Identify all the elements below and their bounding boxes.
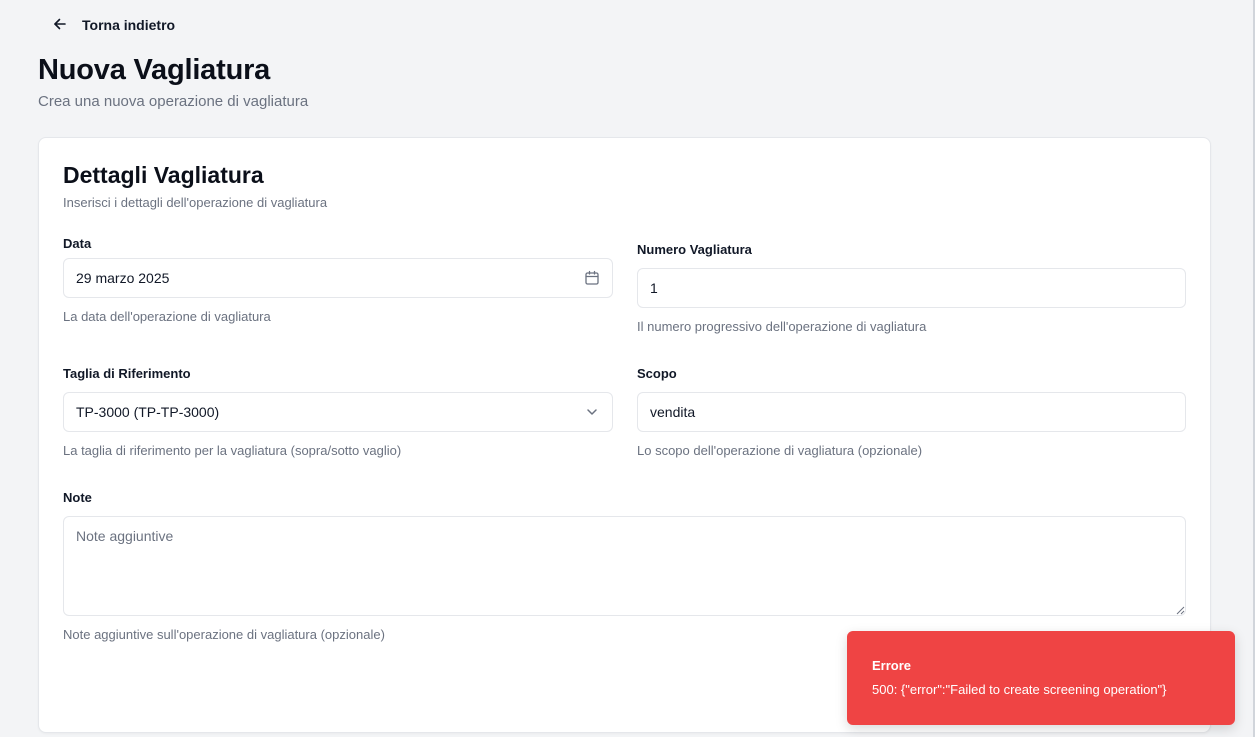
note-label: Note	[63, 490, 92, 505]
numero-help: Il numero progressivo dell'operazione di…	[637, 319, 927, 334]
page-title: Nuova Vagliatura	[38, 54, 271, 86]
taglia-label: Taglia di Riferimento	[63, 366, 191, 381]
note-textarea[interactable]	[63, 516, 1186, 616]
chevron-down-icon	[584, 404, 600, 420]
back-link[interactable]: Torna indietro	[52, 14, 175, 36]
numero-input[interactable]	[650, 280, 1173, 296]
scopo-label: Scopo	[637, 366, 677, 381]
toast-message: 500: {"error":"Failed to create screenin…	[872, 682, 1167, 697]
card-description: Inserisci i dettagli dell'operazione di …	[63, 195, 328, 210]
scopo-field[interactable]	[637, 392, 1186, 432]
taglia-help: La taglia di riferimento per la vagliatu…	[63, 443, 402, 458]
taglia-value: TP-3000 (TP-TP-3000)	[76, 404, 220, 420]
error-toast[interactable]: Errore 500: {"error":"Failed to create s…	[847, 631, 1235, 725]
toast-title: Errore	[872, 658, 912, 673]
page-subtitle: Crea una nuova operazione di vagliatura	[38, 93, 309, 110]
note-help: Note aggiuntive sull'operazione di vagli…	[63, 627, 385, 642]
card-title: Dettagli Vagliatura	[63, 162, 264, 188]
scopo-help: Lo scopo dell'operazione di vagliatura (…	[637, 443, 923, 458]
taglia-select[interactable]: TP-3000 (TP-TP-3000)	[63, 392, 613, 432]
numero-label: Numero Vagliatura	[637, 242, 752, 257]
arrow-left-icon	[52, 16, 68, 35]
resize-handle-icon[interactable]	[1175, 605, 1185, 615]
back-link-label: Torna indietro	[82, 17, 176, 33]
scopo-input[interactable]	[650, 404, 1173, 420]
data-help: La data dell'operazione di vagliatura	[63, 309, 271, 324]
numero-vagliatura-input[interactable]	[637, 268, 1186, 308]
page: Torna indietro Nuova Vagliatura Crea una…	[0, 0, 1255, 737]
calendar-icon	[584, 270, 600, 286]
date-value: 29 marzo 2025	[76, 270, 170, 286]
data-label: Data	[63, 236, 92, 251]
date-picker-field[interactable]: 29 marzo 2025	[63, 258, 613, 298]
